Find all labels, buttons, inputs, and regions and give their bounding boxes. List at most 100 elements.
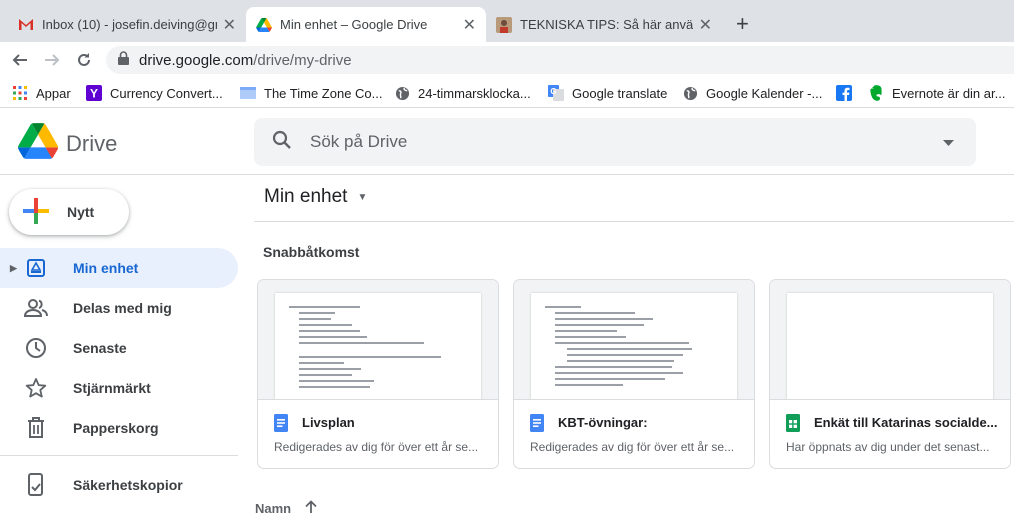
spreadsheet-preview — [787, 293, 993, 399]
sidebar-item-label: Stjärnmärkt — [73, 380, 151, 396]
column-header-label: Namn — [255, 500, 292, 516]
file-activity: Redigerades av dig för över ett år se... — [274, 440, 479, 454]
bookmarks-bar: Appar Y Currency Convert... The Time Zon… — [0, 78, 1014, 108]
sidebar-item-label: Senaste — [73, 340, 127, 356]
search-input[interactable] — [310, 132, 943, 152]
close-icon[interactable]: ✕ — [223, 15, 236, 35]
bookmark-label: Currency Convert... — [110, 85, 223, 101]
sidebar-item-trash[interactable]: Papperskorg — [0, 408, 238, 448]
bookmark-currency[interactable]: Y Currency Convert... — [86, 83, 223, 103]
gmail-icon — [18, 17, 34, 33]
drive-icon — [256, 17, 272, 33]
bookmark-label: Google translate — [572, 85, 668, 101]
document-preview — [531, 293, 737, 399]
tab-tekniska-tips[interactable]: TEKNISKA TIPS: Så här använd ✕ — [486, 7, 722, 42]
quick-access-card[interactable]: KBT-övningar: Redigerades av dig för öve… — [513, 279, 755, 469]
new-button[interactable]: Nytt — [9, 189, 129, 235]
trash-icon — [24, 416, 48, 440]
file-thumbnail — [514, 280, 754, 400]
bookmark-label: Evernote är din ar... — [892, 85, 1006, 101]
globe-icon — [682, 85, 698, 101]
bookmark-evernote[interactable]: Evernote är din ar... — [868, 83, 1005, 103]
sidebar-item-my-drive[interactable]: ▶ Min enhet — [0, 248, 238, 288]
file-thumbnail — [258, 280, 498, 400]
quick-access-card[interactable]: Livsplan Redigerades av dig för över ett… — [257, 279, 499, 469]
drive-header: Drive — [0, 109, 1014, 175]
document-preview — [275, 293, 481, 399]
globe-icon — [394, 85, 410, 101]
svg-text:G: G — [550, 87, 556, 96]
sidebar-item-recent[interactable]: Senaste — [0, 328, 238, 368]
bookmark-label: Google Kalender -... — [706, 85, 823, 101]
facebook-icon — [836, 85, 852, 101]
new-tab-button[interactable]: + — [736, 13, 749, 35]
bookmark-label: 24-timmarsklocka... — [418, 85, 531, 101]
google-sheets-icon — [786, 414, 802, 432]
page-title[interactable]: Min enhet ▼ — [264, 186, 367, 208]
drive-icon — [18, 123, 59, 164]
url-domain: drive.google.com — [139, 51, 254, 69]
tab-google-drive[interactable]: Min enhet – Google Drive ✕ — [246, 7, 486, 42]
address-bar[interactable]: drive.google.com/drive/my-drive — [106, 46, 1014, 74]
sidebar-item-shared[interactable]: Delas med mig — [0, 288, 238, 328]
new-button-label: Nytt — [67, 204, 95, 220]
sidebar-item-starred[interactable]: Stjärnmärkt — [0, 368, 238, 408]
clock-icon — [24, 336, 48, 360]
bookmark-timezone[interactable]: The Time Zone Co... — [240, 83, 383, 103]
sidebar-item-label: Papperskorg — [73, 420, 159, 436]
bookmark-label: The Time Zone Co... — [264, 85, 383, 101]
search-bar — [254, 118, 976, 166]
tab-title: Inbox (10) - josefin.deiving@gm — [42, 17, 217, 32]
bookmark-label: Appar — [36, 85, 71, 101]
apps-grid-icon — [12, 85, 28, 101]
browser-tabstrip: Inbox (10) - josefin.deiving@gm ✕ Min en… — [0, 0, 1014, 42]
app-name: Drive — [66, 130, 118, 156]
sidebar-item-label: Delas med mig — [73, 300, 172, 316]
tab-title: TEKNISKA TIPS: Så här använd — [520, 17, 693, 32]
file-name: Enkät till Katarinas socialde... — [814, 415, 998, 430]
plus-icon — [23, 197, 49, 227]
file-thumbnail — [770, 280, 1010, 400]
google-docs-icon — [530, 414, 546, 432]
drive-logo[interactable]: Drive — [18, 123, 117, 164]
bookmark-24h[interactable]: 24-timmarsklocka... — [394, 83, 531, 103]
browser-toolbar: drive.google.com/drive/my-drive — [0, 42, 1014, 78]
tab-title: Min enhet – Google Drive — [280, 17, 428, 32]
search-icon[interactable] — [272, 130, 292, 155]
reload-icon[interactable] — [74, 50, 94, 70]
url-path: /drive/my-drive — [253, 51, 352, 69]
tab-gmail[interactable]: Inbox (10) - josefin.deiving@gm ✕ — [8, 7, 246, 42]
main-divider — [254, 221, 1014, 222]
close-icon[interactable]: ✕ — [699, 15, 712, 35]
bookmark-google-translate[interactable]: G Google translate — [548, 83, 667, 103]
quick-access-card[interactable]: Enkät till Katarinas socialde... Har öpp… — [769, 279, 1011, 469]
evernote-icon — [868, 85, 884, 101]
sort-arrow-up-icon[interactable] — [305, 500, 317, 516]
bookmark-google-kalender[interactable]: Google Kalender -... — [682, 83, 822, 103]
timezone-icon — [240, 85, 256, 101]
file-name: KBT-övningar: — [558, 415, 648, 430]
expand-caret-icon[interactable]: ▶ — [10, 263, 17, 274]
file-activity: Redigerades av dig för över ett år se... — [530, 440, 735, 454]
file-activity: Har öppnats av dig under det senast... — [786, 440, 990, 454]
search-options-dropdown-icon[interactable] — [943, 133, 954, 151]
svg-text:Y: Y — [90, 87, 98, 101]
translate-icon: G — [548, 85, 564, 101]
bookmark-appar[interactable]: Appar — [12, 83, 71, 103]
my-drive-icon — [24, 256, 48, 280]
file-name: Livsplan — [302, 415, 355, 430]
shared-people-icon — [24, 296, 48, 320]
back-arrow-icon[interactable] — [10, 50, 30, 70]
caret-down-icon: ▼ — [357, 191, 368, 203]
blog-icon — [496, 16, 512, 33]
google-docs-icon — [274, 414, 290, 432]
bookmark-facebook[interactable] — [836, 83, 860, 103]
forward-arrow-icon[interactable] — [42, 50, 62, 70]
quick-access-title: Snabbåtkomst — [263, 244, 360, 260]
close-icon[interactable]: ✕ — [463, 15, 476, 35]
star-icon — [24, 376, 48, 400]
sidebar-item-backups[interactable]: Säkerhetskopior — [0, 465, 238, 505]
page-title-label: Min enhet — [264, 186, 348, 207]
column-header-name[interactable]: Namn — [255, 500, 317, 516]
sidebar-item-label: Säkerhetskopior — [73, 477, 183, 493]
